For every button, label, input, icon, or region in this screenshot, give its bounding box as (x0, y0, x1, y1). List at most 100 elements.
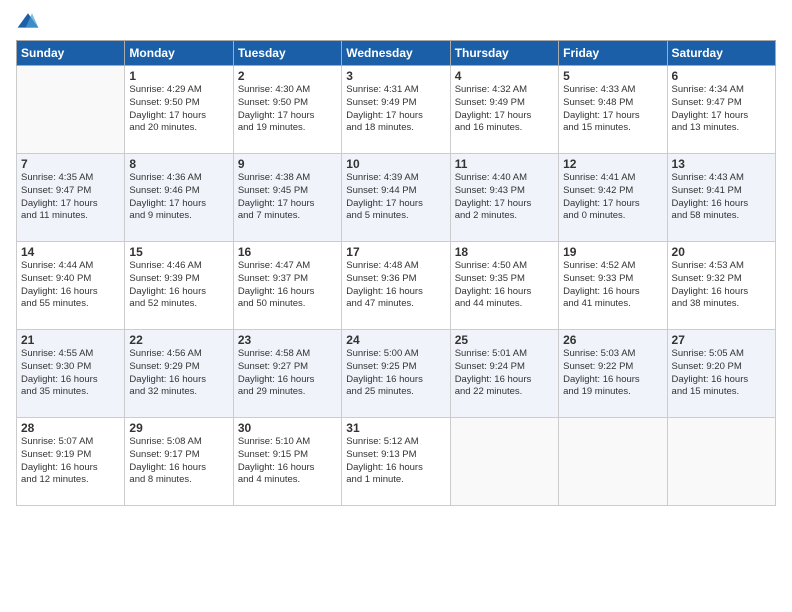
page: SundayMondayTuesdayWednesdayThursdayFrid… (0, 0, 792, 516)
day-number: 18 (455, 245, 554, 259)
day-info: Sunrise: 5:01 AM Sunset: 9:24 PM Dayligh… (455, 348, 554, 399)
day-info: Sunrise: 5:07 AM Sunset: 9:19 PM Dayligh… (21, 436, 120, 487)
day-number: 25 (455, 333, 554, 347)
day-info: Sunrise: 4:34 AM Sunset: 9:47 PM Dayligh… (672, 84, 771, 135)
calendar-cell: 3Sunrise: 4:31 AM Sunset: 9:49 PM Daylig… (342, 66, 450, 154)
day-number: 21 (21, 333, 120, 347)
day-number: 23 (238, 333, 337, 347)
calendar-cell: 6Sunrise: 4:34 AM Sunset: 9:47 PM Daylig… (667, 66, 775, 154)
day-info: Sunrise: 4:56 AM Sunset: 9:29 PM Dayligh… (129, 348, 228, 399)
calendar-cell: 9Sunrise: 4:38 AM Sunset: 9:45 PM Daylig… (233, 154, 341, 242)
day-number: 14 (21, 245, 120, 259)
day-number: 4 (455, 69, 554, 83)
day-number: 1 (129, 69, 228, 83)
day-info: Sunrise: 4:44 AM Sunset: 9:40 PM Dayligh… (21, 260, 120, 311)
day-number: 6 (672, 69, 771, 83)
day-info: Sunrise: 4:55 AM Sunset: 9:30 PM Dayligh… (21, 348, 120, 399)
calendar-cell: 16Sunrise: 4:47 AM Sunset: 9:37 PM Dayli… (233, 242, 341, 330)
day-info: Sunrise: 4:30 AM Sunset: 9:50 PM Dayligh… (238, 84, 337, 135)
day-info: Sunrise: 4:39 AM Sunset: 9:44 PM Dayligh… (346, 172, 445, 223)
logo-icon (16, 10, 40, 34)
day-info: Sunrise: 5:03 AM Sunset: 9:22 PM Dayligh… (563, 348, 662, 399)
day-info: Sunrise: 5:12 AM Sunset: 9:13 PM Dayligh… (346, 436, 445, 487)
calendar-cell: 20Sunrise: 4:53 AM Sunset: 9:32 PM Dayli… (667, 242, 775, 330)
calendar-cell (559, 418, 667, 506)
day-number: 26 (563, 333, 662, 347)
day-number: 30 (238, 421, 337, 435)
weekday-header-monday: Monday (125, 41, 233, 66)
calendar-cell: 23Sunrise: 4:58 AM Sunset: 9:27 PM Dayli… (233, 330, 341, 418)
day-number: 2 (238, 69, 337, 83)
day-info: Sunrise: 5:00 AM Sunset: 9:25 PM Dayligh… (346, 348, 445, 399)
calendar-cell: 1Sunrise: 4:29 AM Sunset: 9:50 PM Daylig… (125, 66, 233, 154)
calendar-cell: 5Sunrise: 4:33 AM Sunset: 9:48 PM Daylig… (559, 66, 667, 154)
day-info: Sunrise: 4:46 AM Sunset: 9:39 PM Dayligh… (129, 260, 228, 311)
calendar-cell: 7Sunrise: 4:35 AM Sunset: 9:47 PM Daylig… (17, 154, 125, 242)
day-info: Sunrise: 4:58 AM Sunset: 9:27 PM Dayligh… (238, 348, 337, 399)
day-number: 17 (346, 245, 445, 259)
calendar-cell: 27Sunrise: 5:05 AM Sunset: 9:20 PM Dayli… (667, 330, 775, 418)
calendar-cell: 28Sunrise: 5:07 AM Sunset: 9:19 PM Dayli… (17, 418, 125, 506)
day-number: 28 (21, 421, 120, 435)
day-info: Sunrise: 4:47 AM Sunset: 9:37 PM Dayligh… (238, 260, 337, 311)
calendar-cell: 29Sunrise: 5:08 AM Sunset: 9:17 PM Dayli… (125, 418, 233, 506)
day-number: 16 (238, 245, 337, 259)
day-number: 29 (129, 421, 228, 435)
weekday-header-saturday: Saturday (667, 41, 775, 66)
calendar-cell: 26Sunrise: 5:03 AM Sunset: 9:22 PM Dayli… (559, 330, 667, 418)
calendar-cell: 24Sunrise: 5:00 AM Sunset: 9:25 PM Dayli… (342, 330, 450, 418)
calendar-cell: 19Sunrise: 4:52 AM Sunset: 9:33 PM Dayli… (559, 242, 667, 330)
day-number: 20 (672, 245, 771, 259)
logo (16, 10, 44, 34)
weekday-header-sunday: Sunday (17, 41, 125, 66)
day-info: Sunrise: 4:43 AM Sunset: 9:41 PM Dayligh… (672, 172, 771, 223)
day-number: 12 (563, 157, 662, 171)
week-row-4: 21Sunrise: 4:55 AM Sunset: 9:30 PM Dayli… (17, 330, 776, 418)
day-info: Sunrise: 4:29 AM Sunset: 9:50 PM Dayligh… (129, 84, 228, 135)
week-row-1: 1Sunrise: 4:29 AM Sunset: 9:50 PM Daylig… (17, 66, 776, 154)
calendar: SundayMondayTuesdayWednesdayThursdayFrid… (16, 40, 776, 506)
calendar-cell (667, 418, 775, 506)
weekday-header-thursday: Thursday (450, 41, 558, 66)
calendar-cell: 4Sunrise: 4:32 AM Sunset: 9:49 PM Daylig… (450, 66, 558, 154)
day-info: Sunrise: 4:53 AM Sunset: 9:32 PM Dayligh… (672, 260, 771, 311)
week-row-2: 7Sunrise: 4:35 AM Sunset: 9:47 PM Daylig… (17, 154, 776, 242)
day-number: 15 (129, 245, 228, 259)
week-row-3: 14Sunrise: 4:44 AM Sunset: 9:40 PM Dayli… (17, 242, 776, 330)
calendar-cell: 22Sunrise: 4:56 AM Sunset: 9:29 PM Dayli… (125, 330, 233, 418)
day-info: Sunrise: 4:32 AM Sunset: 9:49 PM Dayligh… (455, 84, 554, 135)
weekday-header-wednesday: Wednesday (342, 41, 450, 66)
calendar-cell: 31Sunrise: 5:12 AM Sunset: 9:13 PM Dayli… (342, 418, 450, 506)
calendar-cell: 10Sunrise: 4:39 AM Sunset: 9:44 PM Dayli… (342, 154, 450, 242)
day-info: Sunrise: 4:35 AM Sunset: 9:47 PM Dayligh… (21, 172, 120, 223)
day-info: Sunrise: 4:40 AM Sunset: 9:43 PM Dayligh… (455, 172, 554, 223)
calendar-cell: 14Sunrise: 4:44 AM Sunset: 9:40 PM Dayli… (17, 242, 125, 330)
calendar-cell: 11Sunrise: 4:40 AM Sunset: 9:43 PM Dayli… (450, 154, 558, 242)
day-number: 19 (563, 245, 662, 259)
day-info: Sunrise: 4:38 AM Sunset: 9:45 PM Dayligh… (238, 172, 337, 223)
day-number: 8 (129, 157, 228, 171)
calendar-cell: 17Sunrise: 4:48 AM Sunset: 9:36 PM Dayli… (342, 242, 450, 330)
calendar-cell: 2Sunrise: 4:30 AM Sunset: 9:50 PM Daylig… (233, 66, 341, 154)
calendar-cell: 30Sunrise: 5:10 AM Sunset: 9:15 PM Dayli… (233, 418, 341, 506)
day-info: Sunrise: 4:50 AM Sunset: 9:35 PM Dayligh… (455, 260, 554, 311)
day-info: Sunrise: 4:48 AM Sunset: 9:36 PM Dayligh… (346, 260, 445, 311)
day-number: 7 (21, 157, 120, 171)
day-number: 13 (672, 157, 771, 171)
weekday-header-row: SundayMondayTuesdayWednesdayThursdayFrid… (17, 41, 776, 66)
day-info: Sunrise: 4:36 AM Sunset: 9:46 PM Dayligh… (129, 172, 228, 223)
header (16, 10, 776, 34)
day-info: Sunrise: 4:41 AM Sunset: 9:42 PM Dayligh… (563, 172, 662, 223)
day-number: 31 (346, 421, 445, 435)
calendar-cell (450, 418, 558, 506)
calendar-cell (17, 66, 125, 154)
day-number: 10 (346, 157, 445, 171)
day-number: 11 (455, 157, 554, 171)
calendar-cell: 18Sunrise: 4:50 AM Sunset: 9:35 PM Dayli… (450, 242, 558, 330)
calendar-cell: 13Sunrise: 4:43 AM Sunset: 9:41 PM Dayli… (667, 154, 775, 242)
day-number: 24 (346, 333, 445, 347)
day-info: Sunrise: 5:08 AM Sunset: 9:17 PM Dayligh… (129, 436, 228, 487)
day-info: Sunrise: 5:05 AM Sunset: 9:20 PM Dayligh… (672, 348, 771, 399)
calendar-cell: 12Sunrise: 4:41 AM Sunset: 9:42 PM Dayli… (559, 154, 667, 242)
day-info: Sunrise: 5:10 AM Sunset: 9:15 PM Dayligh… (238, 436, 337, 487)
